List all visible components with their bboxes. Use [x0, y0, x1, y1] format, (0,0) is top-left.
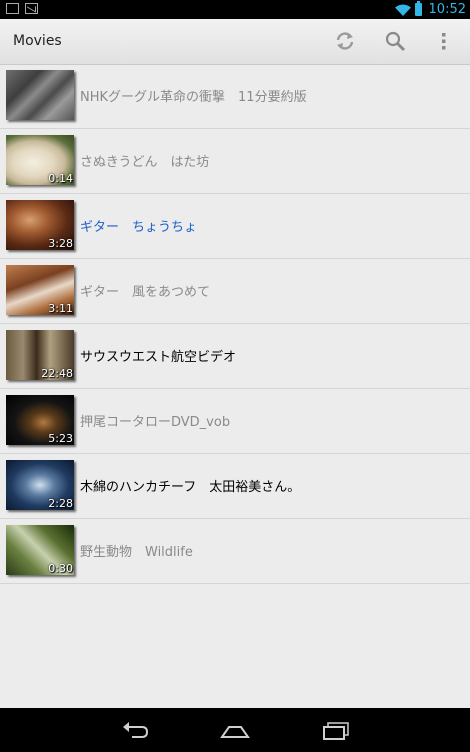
video-duration: 2:28: [48, 497, 73, 510]
video-thumbnail: 5:23: [6, 395, 74, 445]
video-duration: 0:14: [48, 172, 73, 185]
status-clock: 10:52: [428, 2, 466, 17]
video-title: サウスウエスト航空ビデオ: [80, 350, 237, 365]
video-title: ギター 風をあつめて: [80, 285, 211, 300]
page-title: Movies: [13, 33, 62, 49]
video-duration: 3:11: [48, 302, 73, 315]
video-item[interactable]: 3:28 ギター ちょうちょ: [0, 194, 470, 259]
overflow-menu-icon[interactable]: [434, 29, 454, 53]
video-thumbnail: 22:48: [6, 330, 74, 380]
video-duration: 22:48: [41, 367, 73, 380]
video-item[interactable]: 5:23 押尾コータローDVD_vob: [0, 389, 470, 454]
video-thumbnail: [6, 70, 74, 120]
video-item[interactable]: 3:11 ギター 風をあつめて: [0, 259, 470, 324]
home-icon[interactable]: [220, 718, 250, 742]
action-bar: Movies: [0, 19, 470, 65]
wifi-icon: [394, 4, 411, 16]
recent-apps-icon[interactable]: [321, 718, 351, 742]
video-title: 木綿のハンカチーフ 太田裕美さん。: [80, 480, 301, 495]
video-thumbnail: 3:11: [6, 265, 74, 315]
video-title: 野生動物 Wildlife: [80, 545, 193, 560]
back-icon[interactable]: [120, 718, 150, 742]
video-thumbnail: 2:28: [6, 460, 74, 510]
video-item[interactable]: 0:30 野生動物 Wildlife: [0, 519, 470, 584]
video-duration: 0:30: [48, 562, 73, 575]
navigation-bar: [0, 708, 470, 752]
search-icon[interactable]: [383, 29, 407, 53]
video-title: さぬきうどん はた坊: [80, 155, 210, 170]
video-title: 押尾コータローDVD_vob: [80, 415, 231, 430]
video-title: NHKグーグル革命の衝撃 11分要約版: [80, 90, 307, 105]
video-duration: 3:28: [48, 237, 73, 250]
video-item[interactable]: 22:48 サウスウエスト航空ビデオ: [0, 324, 470, 389]
video-thumbnail: 0:30: [6, 525, 74, 575]
status-bar: 10:52: [0, 0, 470, 19]
video-item[interactable]: 0:14 さぬきうどん はた坊: [0, 129, 470, 194]
video-thumbnail: 3:28: [6, 200, 74, 250]
gmail-icon: [25, 3, 38, 14]
gallery-icon: [6, 3, 19, 14]
video-list: NHKグーグル革命の衝撃 11分要約版 0:14 さぬきうどん はた坊 3:28…: [0, 64, 470, 584]
battery-icon: [414, 1, 422, 16]
video-item[interactable]: NHKグーグル革命の衝撃 11分要約版: [0, 64, 470, 129]
video-thumbnail: 0:14: [6, 135, 74, 185]
video-title: ギター ちょうちょ: [80, 220, 198, 235]
video-item[interactable]: 2:28 木綿のハンカチーフ 太田裕美さん。: [0, 454, 470, 519]
refresh-icon[interactable]: [333, 29, 357, 53]
video-duration: 5:23: [48, 432, 73, 445]
